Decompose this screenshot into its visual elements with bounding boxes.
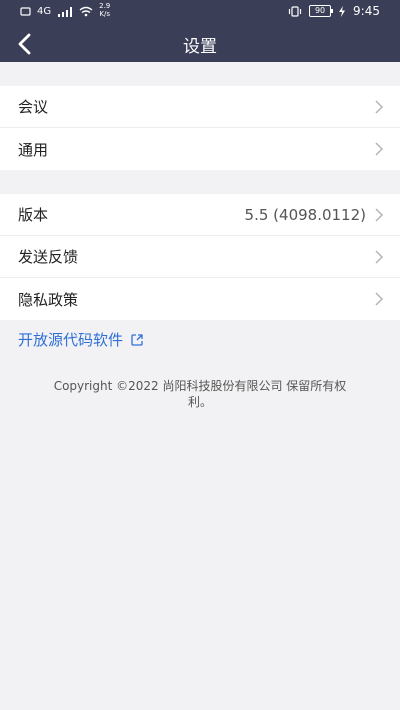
- network-speed: 2.9 K/s: [99, 2, 110, 18]
- settings-item-label: 通用: [18, 140, 49, 159]
- settings-item-version[interactable]: 版本 5.5 (4098.0112): [0, 194, 400, 236]
- settings-item-privacy[interactable]: 隐私政策: [0, 278, 400, 320]
- copyright-line-2: 利。: [187, 395, 212, 409]
- page-title: 设置: [183, 37, 217, 57]
- network-speed-value: 2.9: [99, 2, 111, 10]
- settings-item-label: 隐私政策: [18, 290, 79, 309]
- battery-icon: 90: [309, 5, 334, 17]
- settings-item-right: 5.5 (4098.0112): [245, 206, 384, 224]
- status-right: 90 9:45: [288, 4, 380, 18]
- app-header: 4G 2.9 K/s 90 9:45 设置: [0, 0, 400, 62]
- status-time: 9:45: [353, 4, 380, 18]
- settings-item-feedback[interactable]: 发送反馈: [0, 236, 400, 278]
- chevron-right-icon: [375, 292, 384, 306]
- settings-item-right: [374, 142, 384, 156]
- sim-icon: [20, 6, 31, 16]
- copyright-text: Copyright ©2022 尚阳科技股份有限公司 保留所有权 利。: [40, 378, 360, 410]
- status-left: 4G 2.9 K/s: [20, 2, 110, 18]
- settings-item-meeting[interactable]: 会议: [0, 86, 400, 128]
- settings-item-label: 会议: [18, 98, 49, 116]
- status-bar: 4G 2.9 K/s 90 9:45: [0, 0, 400, 24]
- chevron-right-icon: [375, 142, 384, 156]
- version-value: 5.5 (4098.0112): [244, 205, 366, 224]
- settings-item-label: 发送反馈: [18, 248, 79, 266]
- chevron-right-icon: [375, 207, 384, 222]
- external-link-icon: [131, 333, 143, 346]
- open-source-label: 开放源代码软件: [18, 331, 124, 349]
- network-speed-unit: K/s: [99, 10, 110, 18]
- signal-icon: [58, 6, 73, 17]
- vibrate-icon: [288, 5, 302, 17]
- wifi-icon: [79, 6, 93, 16]
- charging-icon: [339, 5, 346, 17]
- settings-item-right: [374, 249, 384, 264]
- chevron-right-icon: [375, 249, 384, 264]
- settings-item-right: [374, 292, 384, 306]
- title-bar: 设置: [0, 24, 400, 62]
- settings-item-general[interactable]: 通用: [0, 128, 400, 170]
- settings-group-about: 版本 5.5 (4098.0112) 发送反馈 隐私政策: [0, 194, 400, 320]
- chevron-right-icon: [375, 99, 384, 114]
- open-source-link[interactable]: 开放源代码软件: [18, 329, 144, 350]
- network-label: 4G: [37, 5, 52, 17]
- battery-level: 90: [314, 6, 326, 15]
- settings-group-meeting: 会议 通用: [0, 86, 400, 170]
- copyright-line-1: Copyright ©2022 尚阳科技股份有限公司 保留所有权: [53, 379, 347, 393]
- settings-item-right: [374, 99, 384, 114]
- settings-item-label: 版本: [18, 206, 49, 224]
